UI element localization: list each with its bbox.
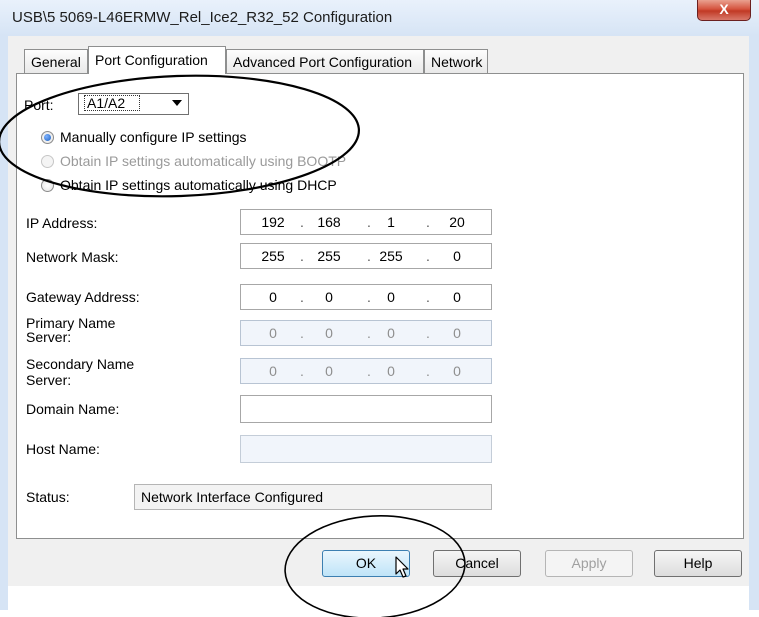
ip-octet-1[interactable]: 192 (255, 214, 291, 230)
secondary-name-server-field: 0 . 0 . 0 . 0 (240, 358, 492, 384)
ip-separator: . (300, 214, 304, 230)
status-label: Status: (26, 489, 70, 505)
secondary-ns-octet-3: 0 (387, 363, 395, 379)
manual-ip-radio[interactable] (41, 131, 54, 144)
primary-name-server-label-2: Server: (26, 329, 72, 345)
chevron-down-icon[interactable] (172, 100, 182, 106)
port-label: Port: (24, 97, 54, 113)
host-name-label: Host Name: (26, 441, 100, 457)
tab-network[interactable]: Network (424, 49, 488, 73)
ip-address-field[interactable]: 192 . 168 . 1 . 20 (240, 209, 492, 235)
secondary-ns-octet-4: 0 (453, 363, 461, 379)
ip-separator: . (300, 289, 304, 305)
primary-ns-octet-3: 0 (387, 325, 395, 341)
ip-separator: . (367, 289, 371, 305)
ip-separator: . (426, 248, 430, 264)
primary-name-server-field: 0 . 0 . 0 . 0 (240, 320, 492, 346)
primary-ns-octet-1: 0 (269, 325, 277, 341)
gateway-label: Gateway Address: (26, 289, 140, 305)
domain-name-label: Domain Name: (26, 401, 120, 417)
dhcp-label[interactable]: Obtain IP settings automatically using D… (60, 177, 337, 193)
domain-name-field[interactable] (240, 395, 492, 423)
bootp-label: Obtain IP settings automatically using B… (60, 153, 347, 169)
ip-address-label: IP Address: (26, 215, 98, 231)
help-button[interactable]: Help (654, 550, 742, 577)
ip-octet-3[interactable]: 1 (373, 214, 409, 230)
title-bar[interactable]: USB\5 5069-L46ERMW_Rel_Ice2_R32_52 Confi… (0, 0, 759, 36)
window-frame-right (749, 36, 759, 610)
tab-advanced-port-configuration[interactable]: Advanced Port Configuration (226, 49, 424, 73)
gateway-octet-1[interactable]: 0 (255, 289, 291, 305)
ip-octet-4[interactable]: 20 (439, 214, 475, 230)
tab-general[interactable]: General (24, 49, 88, 73)
bootp-radio[interactable] (41, 155, 54, 168)
ip-separator: . (367, 214, 371, 230)
dhcp-radio[interactable] (41, 179, 54, 192)
ip-separator: . (367, 325, 371, 341)
ip-separator: . (426, 363, 430, 379)
manual-ip-label[interactable]: Manually configure IP settings (60, 129, 247, 145)
apply-button: Apply (545, 550, 633, 577)
primary-ns-octet-4: 0 (453, 325, 461, 341)
ip-separator: . (367, 363, 371, 379)
gateway-octet-2[interactable]: 0 (311, 289, 347, 305)
window-frame-left (0, 36, 8, 610)
gateway-octet-4[interactable]: 0 (439, 289, 475, 305)
mask-octet-2[interactable]: 255 (311, 248, 347, 264)
mask-octet-3[interactable]: 255 (373, 248, 409, 264)
ip-separator: . (426, 214, 430, 230)
mask-octet-4[interactable]: 0 (439, 248, 475, 264)
secondary-name-server-label-2: Server: (26, 372, 72, 388)
ip-separator: . (300, 363, 304, 379)
primary-ns-octet-2: 0 (325, 325, 333, 341)
network-mask-field[interactable]: 255 . 255 . 255 . 0 (240, 243, 492, 269)
ip-separator: . (300, 248, 304, 264)
gateway-address-field[interactable]: 0 . 0 . 0 . 0 (240, 284, 492, 310)
cancel-button[interactable]: Cancel (433, 550, 521, 577)
ip-separator: . (300, 325, 304, 341)
secondary-ns-octet-2: 0 (325, 363, 333, 379)
mask-octet-1[interactable]: 255 (255, 248, 291, 264)
port-dropdown-value: A1/A2 (84, 95, 140, 111)
ip-separator: . (426, 289, 430, 305)
ip-separator: . (367, 248, 371, 264)
close-icon: X (719, 1, 729, 17)
ip-separator: . (426, 325, 430, 341)
primary-name-server-label-1: Primary Name (26, 315, 116, 331)
secondary-name-server-label-1: Secondary Name (26, 356, 135, 372)
ip-octet-2[interactable]: 168 (311, 214, 347, 230)
secondary-ns-octet-1: 0 (269, 363, 277, 379)
gateway-octet-3[interactable]: 0 (373, 289, 409, 305)
host-name-field (240, 435, 492, 463)
status-value: Network Interface Configured (134, 484, 492, 510)
window-title: USB\5 5069-L46ERMW_Rel_Ice2_R32_52 Confi… (12, 9, 393, 26)
tab-port-configuration[interactable]: Port Configuration (88, 46, 226, 74)
close-button[interactable]: X (697, 0, 751, 21)
network-mask-label: Network Mask: (26, 249, 119, 265)
mouse-cursor-icon (395, 556, 409, 578)
